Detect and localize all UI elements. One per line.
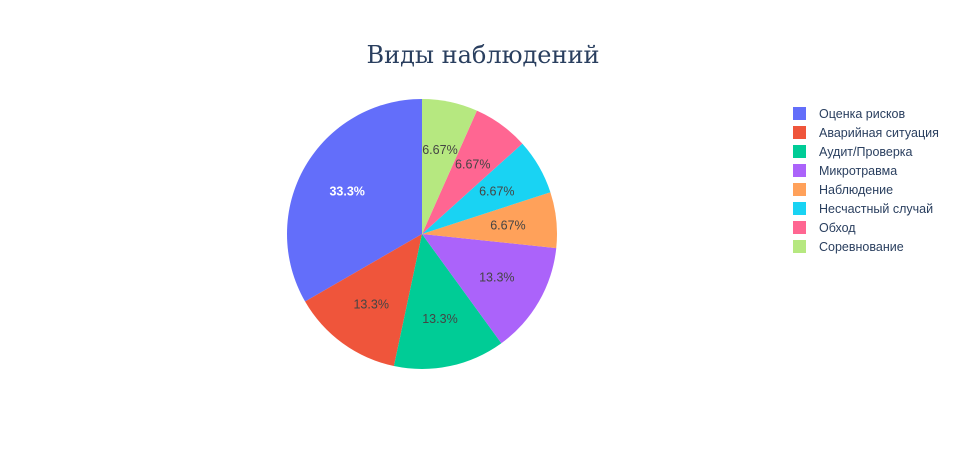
legend-swatch: [793, 202, 806, 215]
legend-item[interactable]: Соревнование: [793, 240, 904, 254]
legend-swatch: [793, 107, 806, 120]
legend-label: Наблюдение: [819, 183, 893, 197]
legend-label: Соревнование: [819, 240, 904, 254]
legend-swatch: [793, 164, 806, 177]
chart-canvas: Виды наблюдений 33.3% 13.3% 13.3% 13.3% 6.67…: [287, 41, 939, 370]
legend-swatch: [793, 183, 806, 196]
pie-slice-label: 6.67%: [479, 184, 514, 198]
legend-label: Аварийная ситуация: [819, 126, 939, 140]
legend-item[interactable]: Несчастный случай: [793, 202, 933, 216]
pie-slice-label: 6.67%: [422, 143, 457, 157]
legend-item[interactable]: Аварийная ситуация: [793, 126, 939, 140]
pie-slice-label: 13.3%: [422, 312, 457, 326]
legend-label: Микротравма: [819, 164, 897, 178]
legend-item[interactable]: Обход: [793, 221, 856, 235]
legend: Оценка рисков Аварийная ситуация Аудит/Про…: [793, 107, 939, 254]
legend-label: Несчастный случай: [819, 202, 933, 216]
legend-swatch: [793, 145, 806, 158]
legend-label: Аудит/Проверка: [819, 145, 913, 159]
pie-slice-label: 6.67%: [490, 218, 525, 232]
pie-slice-label: 6.67%: [455, 158, 490, 172]
legend-item[interactable]: Наблюдение: [793, 183, 893, 197]
legend-item[interactable]: Микротравма: [793, 164, 897, 178]
legend-label: Обход: [819, 221, 856, 235]
pie-slice-label: 33.3%: [329, 184, 364, 198]
pie-slices: [287, 99, 557, 370]
pie-chart: Виды наблюдений 33.3% 13.3% 13.3% 13.3% 6.67…: [0, 0, 966, 450]
legend-swatch: [793, 221, 806, 234]
pie-slice-label: 13.3%: [353, 297, 388, 311]
legend-item[interactable]: Оценка рисков: [793, 107, 906, 121]
legend-swatch: [793, 126, 806, 139]
chart-title: Виды наблюдений: [366, 41, 599, 69]
legend-item[interactable]: Аудит/Проверка: [793, 145, 913, 159]
legend-swatch: [793, 240, 806, 253]
pie-slice-label: 13.3%: [479, 271, 514, 285]
legend-label: Оценка рисков: [819, 107, 906, 121]
